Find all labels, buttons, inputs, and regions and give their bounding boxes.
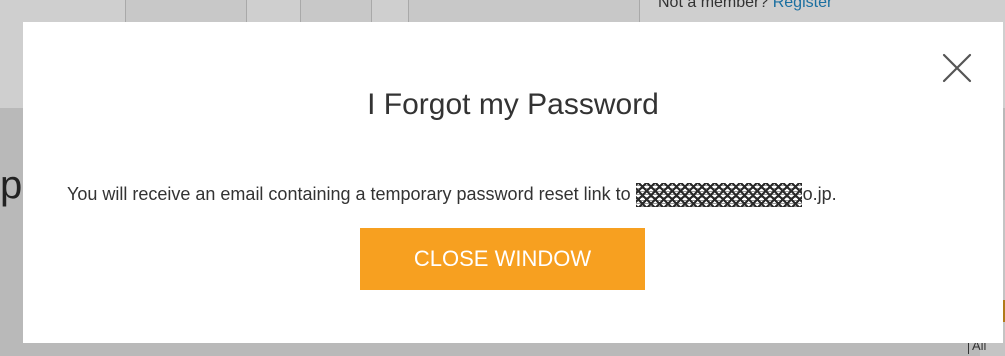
close-window-button[interactable]: CLOSE WINDOW [360,228,645,290]
background-member-prompt: Not a member? Register [658,0,832,12]
background-nav-tab [408,0,640,23]
message-text: You will receive an email containing a t… [67,184,631,204]
email-suffix: o.jp. [802,184,837,204]
member-prompt-text: Not a member? [658,0,769,11]
forgot-password-modal: I Forgot my Password You will receive an… [23,22,1003,343]
modal-message: You will receive an email containing a t… [67,182,837,208]
close-icon [942,53,972,83]
background-heading-fragment: p [0,163,23,207]
background-nav-tab [125,0,247,23]
register-link: Register [772,0,833,11]
redacted-email [635,183,802,208]
modal-title: I Forgot my Password [367,88,659,121]
background-nav-tab [300,0,372,23]
close-modal-button[interactable] [941,52,973,84]
